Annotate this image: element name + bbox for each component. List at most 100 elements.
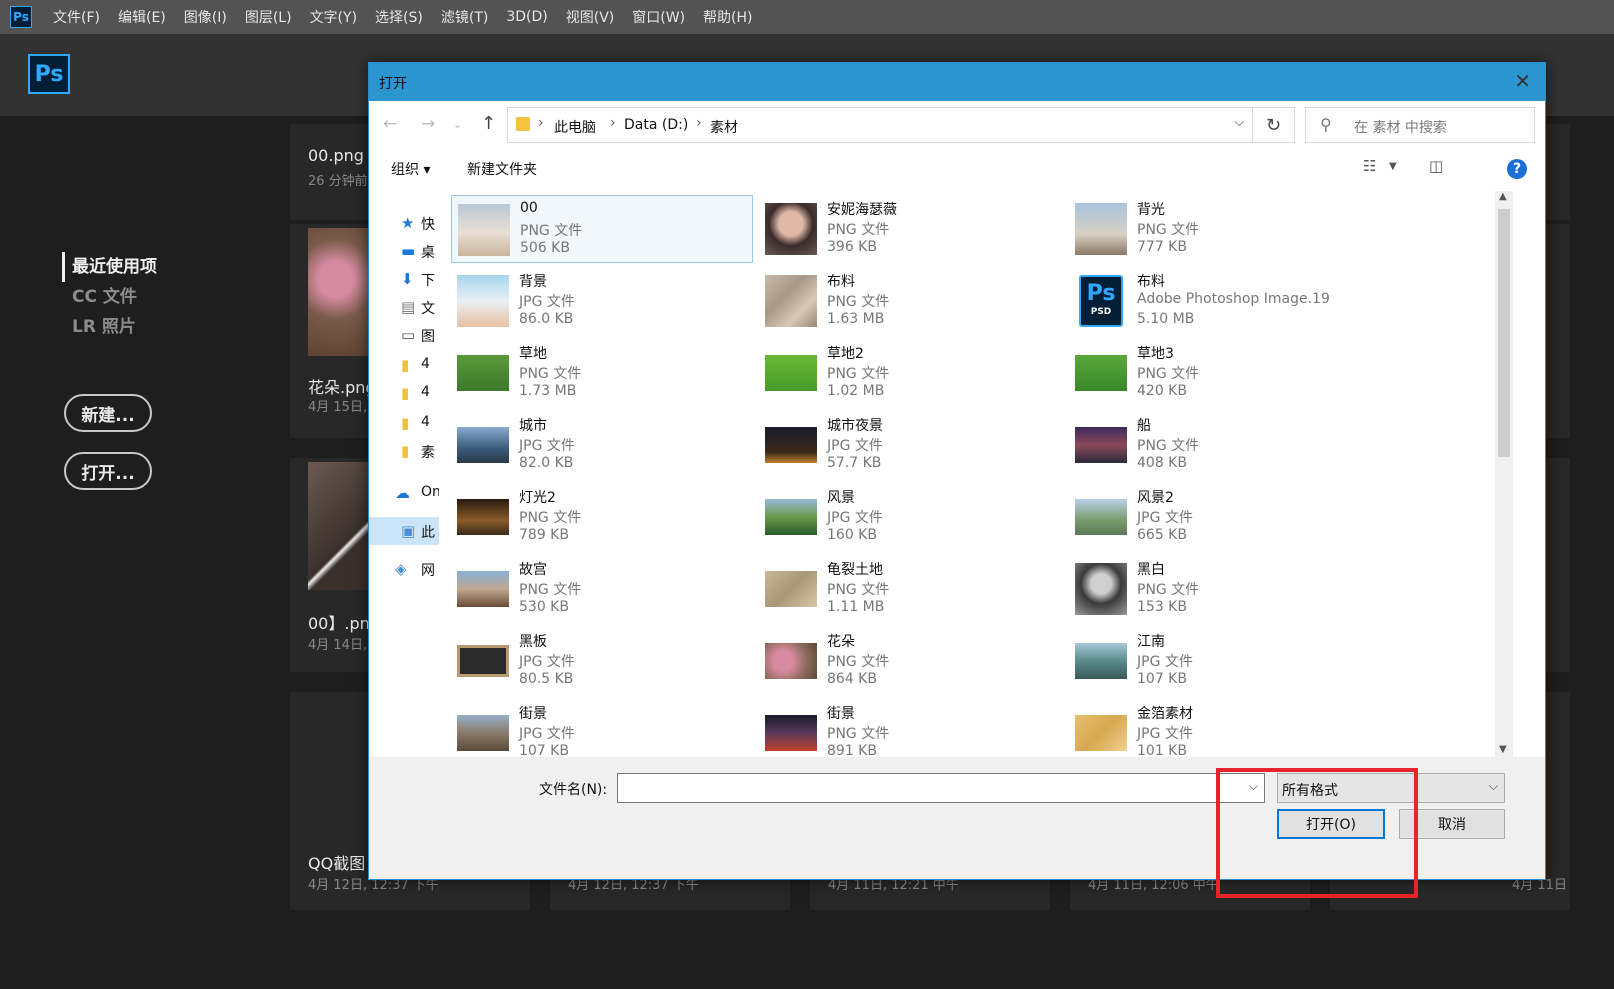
nav-label: On <box>421 484 439 500</box>
file-thumbnail <box>765 643 817 679</box>
file-item[interactable]: 风景 JPG 文件 160 KB <box>759 483 1061 551</box>
nav-lr-photos[interactable]: LR 照片 <box>62 312 157 342</box>
file-item[interactable]: 布料 PNG 文件 1.63 MB <box>759 267 1061 335</box>
close-icon[interactable]: ✕ <box>1514 69 1531 93</box>
forward-arrow-icon[interactable]: → <box>421 114 435 134</box>
organize-button[interactable]: 组织 ▾ <box>391 159 430 179</box>
nav-folder[interactable]: ▮ 4 <box>369 379 439 407</box>
open-button-home[interactable]: 打开... <box>64 452 152 490</box>
menu-window[interactable]: 窗口(W) <box>632 7 685 27</box>
file-item[interactable]: 金箔素材 JPG 文件 101 KB <box>1069 699 1371 757</box>
file-thumbnail <box>1075 499 1127 535</box>
menu-3d[interactable]: 3D(D) <box>506 9 547 25</box>
up-arrow-icon[interactable]: ↑ <box>481 113 496 134</box>
address-bar[interactable]: › 此电脑 › Data (D:) › 素材 ⌵ <box>507 107 1253 143</box>
nav-label: 此 <box>421 525 435 541</box>
file-item[interactable]: 黑白 PNG 文件 153 KB <box>1069 555 1371 623</box>
file-item[interactable]: 街景 JPG 文件 107 KB <box>451 699 753 757</box>
nav-cc-files[interactable]: CC 文件 <box>62 282 157 312</box>
preview-pane-icon[interactable]: ◫ <box>1429 157 1443 175</box>
file-item[interactable]: 黑板 JPG 文件 80.5 KB <box>451 627 753 695</box>
breadcrumb-this-pc[interactable]: 此电脑 <box>554 117 596 137</box>
file-thumbnail <box>765 715 817 751</box>
file-item[interactable]: 城市夜景 JPG 文件 57.7 KB <box>759 411 1061 479</box>
nav-label: 文 <box>421 301 435 317</box>
file-item[interactable]: Ps PSD 布料 Adobe Photoshop Image.19 5.10 M… <box>1069 267 1371 335</box>
chevron-down-icon[interactable]: ⌵ <box>1234 115 1244 130</box>
file-type: PNG 文件 <box>827 222 890 238</box>
nav-folder[interactable]: ▮ 4 <box>369 409 439 437</box>
psd-file-icon: Ps PSD <box>1079 275 1123 327</box>
nav-folder[interactable]: ▮ 素 <box>369 437 439 465</box>
file-item[interactable]: 江南 JPG 文件 107 KB <box>1069 627 1371 695</box>
nav-documents[interactable]: ▤ 文 <box>369 293 439 321</box>
search-input[interactable]: 在 素材 中搜索 <box>1354 117 1447 137</box>
view-dropdown-icon[interactable]: ▼ <box>1389 161 1397 172</box>
file-item[interactable]: 00 PNG 文件 506 KB <box>451 195 753 263</box>
nav-recent[interactable]: 最近使用项 <box>62 252 157 282</box>
menu-layer[interactable]: 图层(L) <box>245 7 292 27</box>
file-item[interactable]: 灯光2 PNG 文件 789 KB <box>451 483 753 551</box>
file-item[interactable]: 安妮海瑟薇 PNG 文件 396 KB <box>759 195 1061 263</box>
nav-desktop[interactable]: ▬ 桌 <box>369 237 439 265</box>
menu-help[interactable]: 帮助(H) <box>703 7 752 27</box>
help-icon[interactable]: ? <box>1507 159 1527 179</box>
nav-label: 桌 <box>421 245 435 261</box>
search-icon: ⚲ <box>1320 115 1332 134</box>
file-item[interactable]: 街景 PNG 文件 891 KB <box>759 699 1061 757</box>
dialog-toolbar: 组织 ▾ 新建文件夹 ☷ ▼ ◫ ? <box>369 149 1545 189</box>
breadcrumb-folder[interactable]: 素材 <box>710 117 738 137</box>
file-item[interactable]: 背景 JPG 文件 86.0 KB <box>451 267 753 335</box>
breadcrumb-drive[interactable]: Data (D:) <box>624 117 688 133</box>
menu-view[interactable]: 视图(V) <box>566 7 615 27</box>
recent-locations-icon[interactable]: ⌄ <box>453 118 462 131</box>
scrollbar-thumb[interactable] <box>1498 209 1510 457</box>
file-size: 107 KB <box>1137 671 1187 687</box>
menu-filter[interactable]: 滤镜(T) <box>441 7 488 27</box>
nav-onedrive[interactable]: ☁ On <box>369 479 439 507</box>
new-button[interactable]: 新建... <box>64 394 152 432</box>
nav-label: 素 <box>421 445 435 461</box>
filename-input[interactable]: ⌵ <box>617 773 1265 803</box>
file-item[interactable]: 草地2 PNG 文件 1.02 MB <box>759 339 1061 407</box>
file-thumbnail <box>765 355 817 391</box>
new-folder-button[interactable]: 新建文件夹 <box>467 159 537 179</box>
file-item[interactable]: 故宫 PNG 文件 530 KB <box>451 555 753 623</box>
navigation-pane: ★ 快 ▬ 桌 ⬇ 下 ▤ 文 ▭ 图 ▮ 4 ▮ 4 ▮ 4 ▮ 素 ☁ On ▣ 此 ◈ 网 <box>369 189 439 757</box>
file-item[interactable]: 草地3 PNG 文件 420 KB <box>1069 339 1371 407</box>
file-item[interactable]: 船 PNG 文件 408 KB <box>1069 411 1371 479</box>
nav-downloads[interactable]: ⬇ 下 <box>369 265 439 293</box>
network-icon: ◈ <box>395 560 407 578</box>
menu-edit[interactable]: 编辑(E) <box>118 7 166 27</box>
search-box[interactable]: ⚲ 在 素材 中搜索 <box>1305 107 1535 143</box>
back-arrow-icon[interactable]: ← <box>383 114 397 134</box>
file-thumbnail <box>765 203 817 255</box>
chevron-right-icon[interactable]: › <box>610 115 616 131</box>
file-item[interactable]: 花朵 PNG 文件 864 KB <box>759 627 1061 695</box>
view-options-icon[interactable]: ☷ <box>1363 157 1376 175</box>
nav-network[interactable]: ◈ 网 <box>369 555 439 583</box>
chevron-right-icon[interactable]: › <box>538 115 544 131</box>
chevron-right-icon[interactable]: › <box>696 115 702 131</box>
vertical-scrollbar[interactable]: ▲ ▼ <box>1495 191 1513 757</box>
file-item[interactable]: 草地 PNG 文件 1.73 MB <box>451 339 753 407</box>
file-item[interactable]: 龟裂土地 PNG 文件 1.11 MB <box>759 555 1061 623</box>
file-size: 57.7 KB <box>827 455 882 471</box>
file-item[interactable]: 背光 PNG 文件 777 KB <box>1069 195 1371 263</box>
file-thumbnail <box>765 427 817 463</box>
menu-type[interactable]: 文字(Y) <box>310 7 357 27</box>
file-item[interactable]: 城市 JPG 文件 82.0 KB <box>451 411 753 479</box>
menu-image[interactable]: 图像(I) <box>184 7 227 27</box>
chevron-down-icon[interactable]: ⌵ <box>1489 779 1498 794</box>
nav-this-pc[interactable]: ▣ 此 <box>369 517 439 545</box>
menu-select[interactable]: 选择(S) <box>375 7 423 27</box>
scroll-down-icon[interactable]: ▼ <box>1499 744 1507 755</box>
scroll-up-icon[interactable]: ▲ <box>1499 191 1507 202</box>
dialog-titlebar[interactable]: 打开 ✕ <box>369 63 1545 101</box>
menu-file[interactable]: 文件(F) <box>53 7 100 27</box>
refresh-icon[interactable]: ↻ <box>1253 107 1295 143</box>
nav-pictures[interactable]: ▭ 图 <box>369 321 439 349</box>
nav-quick-access[interactable]: ★ 快 <box>369 209 439 237</box>
nav-folder[interactable]: ▮ 4 <box>369 351 439 379</box>
file-item[interactable]: 风景2 JPG 文件 665 KB <box>1069 483 1371 551</box>
